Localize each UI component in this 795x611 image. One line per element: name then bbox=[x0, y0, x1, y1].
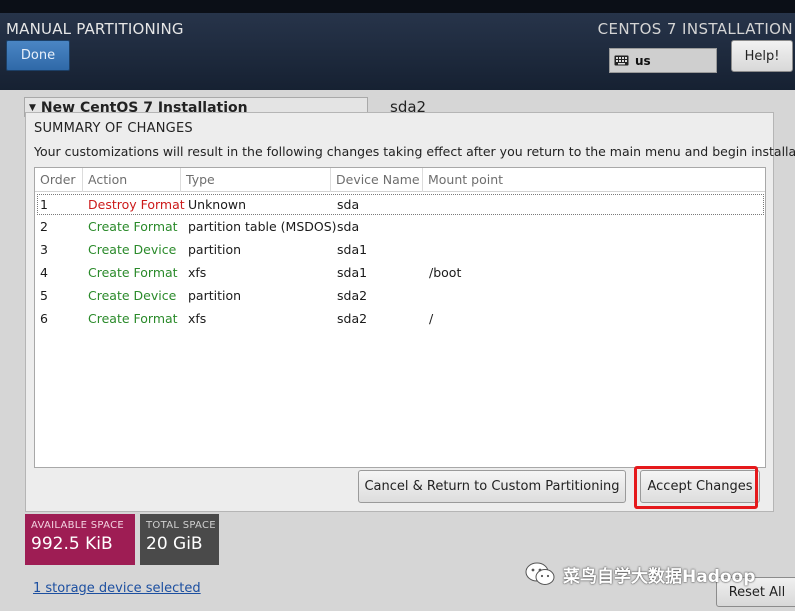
cell-action: Create Device bbox=[88, 242, 177, 257]
cell-type: xfs bbox=[188, 265, 207, 280]
cell-mount: / bbox=[429, 311, 434, 326]
available-space-box: AVAILABLE SPACE 992.5 KiB bbox=[25, 514, 135, 565]
installer-header: MANUAL PARTITIONING CENTOS 7 INSTALLATIO… bbox=[0, 13, 795, 90]
accept-changes-button[interactable]: Accept Changes bbox=[640, 470, 760, 503]
column-header-device-name[interactable]: Device Name bbox=[331, 168, 423, 192]
watermark-text: 菜鸟自学大数据Hadoop bbox=[563, 566, 756, 587]
cell-type: Unknown bbox=[188, 197, 247, 212]
table-row[interactable]: 4 Create Format xfs sda1 /boot bbox=[37, 263, 764, 284]
storage-device-link[interactable]: 1 storage device selected bbox=[33, 581, 201, 596]
column-header-order[interactable]: Order bbox=[35, 168, 83, 192]
dialog-description: Your customizations will result in the f… bbox=[34, 144, 795, 159]
table-header: Order Action Type Device Name Mount poin… bbox=[35, 168, 765, 192]
available-space-label: AVAILABLE SPACE bbox=[31, 520, 124, 531]
cell-action: Destroy Format bbox=[88, 197, 185, 212]
table-row[interactable]: 3 Create Device partition sda1 bbox=[37, 240, 764, 261]
top-black-bar bbox=[0, 0, 795, 13]
done-button[interactable]: Done bbox=[6, 40, 70, 71]
table-row[interactable]: 1 Destroy Format Unknown sda bbox=[37, 194, 764, 215]
summary-of-changes-dialog: SUMMARY OF CHANGES Your customizations w… bbox=[25, 112, 795, 512]
total-space-label: TOTAL SPACE bbox=[146, 520, 216, 531]
dialog-title: SUMMARY OF CHANGES bbox=[34, 121, 193, 136]
cell-type: partition bbox=[188, 242, 242, 257]
cell-device: sda bbox=[337, 197, 360, 212]
cell-device: sda1 bbox=[337, 242, 368, 257]
cell-action: Create Device bbox=[88, 288, 177, 303]
cell-order: 2 bbox=[40, 219, 48, 234]
table-row[interactable]: 2 Create Format partition table (MSDOS) … bbox=[37, 217, 764, 238]
cell-device: sda bbox=[337, 219, 360, 234]
cancel-return-button[interactable]: Cancel & Return to Custom Partitioning bbox=[358, 470, 626, 503]
column-header-action[interactable]: Action bbox=[83, 168, 181, 192]
available-space-value: 992.5 KiB bbox=[31, 534, 113, 554]
changes-table: Order Action Type Device Name Mount poin… bbox=[34, 167, 766, 468]
total-space-box: TOTAL SPACE 20 GiB bbox=[140, 514, 219, 565]
keyboard-icon bbox=[614, 55, 629, 66]
cell-device: sda2 bbox=[337, 311, 368, 326]
table-row[interactable]: 5 Create Device partition sda2 bbox=[37, 286, 764, 307]
keyboard-layout-label: us bbox=[635, 53, 651, 68]
cell-action: Create Format bbox=[88, 265, 178, 280]
wechat-icon bbox=[525, 562, 555, 585]
cell-type: xfs bbox=[188, 311, 207, 326]
cell-device: sda1 bbox=[337, 265, 368, 280]
column-header-mount-point[interactable]: Mount point bbox=[423, 168, 765, 192]
cell-device: sda2 bbox=[337, 288, 368, 303]
cell-order: 1 bbox=[40, 197, 48, 212]
cell-action: Create Format bbox=[88, 219, 178, 234]
installer-title: CENTOS 7 INSTALLATION bbox=[597, 20, 793, 38]
cell-order: 4 bbox=[40, 265, 48, 280]
cell-mount: /boot bbox=[429, 265, 462, 280]
total-space-value: 20 GiB bbox=[146, 534, 203, 554]
table-row[interactable]: 6 Create Format xfs sda2 / bbox=[37, 309, 764, 330]
keyboard-layout-indicator[interactable]: us bbox=[609, 48, 717, 73]
cell-order: 5 bbox=[40, 288, 48, 303]
cell-type: partition table (MSDOS) bbox=[188, 219, 337, 234]
cell-action: Create Format bbox=[88, 311, 178, 326]
cell-order: 6 bbox=[40, 311, 48, 326]
page-title: MANUAL PARTITIONING bbox=[6, 20, 184, 38]
column-header-type[interactable]: Type bbox=[181, 168, 331, 192]
cell-type: partition bbox=[188, 288, 242, 303]
help-button[interactable]: Help! bbox=[731, 40, 793, 72]
watermark: 菜鸟自学大数据Hadoop bbox=[525, 561, 755, 587]
cell-order: 3 bbox=[40, 242, 48, 257]
